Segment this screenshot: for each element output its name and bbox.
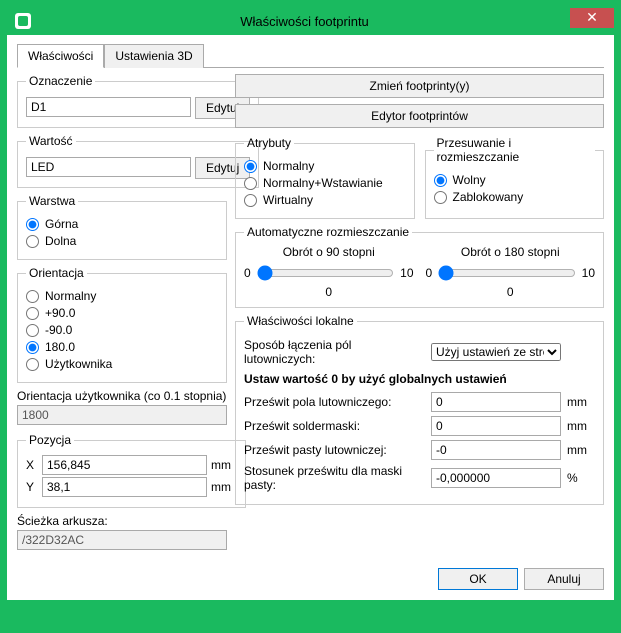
- user-orientation-input: [17, 405, 227, 425]
- attributes-legend: Atrybuty: [244, 136, 294, 150]
- orient-p90-radio[interactable]: +90.0: [26, 306, 218, 320]
- placement-locked-radio[interactable]: Zablokowany: [434, 190, 596, 204]
- solderpaste-label: Prześwit pasty lutowniczej:: [244, 443, 425, 457]
- pos-x-label: X: [26, 458, 38, 472]
- position-legend: Pozycja: [26, 433, 74, 447]
- clearance-input[interactable]: [431, 392, 561, 412]
- paste-ratio-input[interactable]: [431, 468, 561, 488]
- rot180-label: Obrót o 180 stopni: [426, 245, 596, 259]
- close-button[interactable]: ✕: [570, 8, 614, 28]
- rot180-value: 0: [426, 285, 596, 299]
- position-group: Pozycja X mm Y mm: [17, 433, 246, 508]
- dialog-window: Właściwości footprintu ✕ Właściwości Ust…: [6, 6, 615, 601]
- soldermask-unit: mm: [567, 419, 595, 433]
- layer-legend: Warstwa: [26, 194, 78, 208]
- pad-connect-select[interactable]: Użyj ustawień ze stref: [431, 343, 561, 361]
- dialog-footer: OK Anuluj: [7, 560, 614, 600]
- content-area: Właściwości Ustawienia 3D Oznaczenie Edy…: [7, 35, 614, 560]
- orient-m90-radio[interactable]: -90.0: [26, 323, 218, 337]
- soldermask-label: Prześwit soldermaski:: [244, 419, 425, 433]
- orient-user-radio[interactable]: Użytkownika: [26, 357, 218, 371]
- sheet-path-label: Ścieżka arkusza:: [17, 514, 227, 528]
- placement-free-radio[interactable]: Wolny: [434, 173, 596, 187]
- titlebar: Właściwości footprintu ✕: [7, 7, 614, 35]
- window-title: Właściwości footprintu: [39, 14, 570, 29]
- tab-settings-3d[interactable]: Ustawienia 3D: [104, 44, 203, 68]
- orientation-group: Orientacja Normalny +90.0 -90.0 180.0 Uż…: [17, 266, 227, 383]
- value-group: Wartość Edytuj: [17, 134, 259, 188]
- autoplace-group: Automatyczne rozmieszczanie Obrót o 90 s…: [235, 225, 604, 308]
- soldermask-input[interactable]: [431, 416, 561, 436]
- pos-x-unit: mm: [211, 458, 237, 472]
- placement-group: Przesuwanie i rozmieszczanie Wolny Zablo…: [425, 136, 605, 219]
- attr-normal-radio[interactable]: Normalny: [244, 159, 406, 173]
- attr-virtual-radio[interactable]: Wirtualny: [244, 193, 406, 207]
- paste-ratio-label: Stosunek prześwitu dla maski pasty:: [244, 464, 425, 492]
- designator-input[interactable]: [26, 97, 191, 117]
- solderpaste-unit: mm: [567, 443, 595, 457]
- sheet-path-input: [17, 530, 227, 550]
- value-input[interactable]: [26, 157, 191, 177]
- local-legend: Właściwości lokalne: [244, 314, 357, 328]
- attr-normal-insert-radio[interactable]: Normalny+Wstawianie: [244, 176, 406, 190]
- orient-normal-radio[interactable]: Normalny: [26, 289, 218, 303]
- pos-x-input[interactable]: [42, 455, 207, 475]
- designator-legend: Oznaczenie: [26, 74, 95, 88]
- rot90-max: 10: [400, 266, 413, 280]
- clearance-label: Prześwit pola lutowniczego:: [244, 395, 425, 409]
- change-footprints-button[interactable]: Zmień footprinty(y): [235, 74, 604, 98]
- ok-button[interactable]: OK: [438, 568, 518, 590]
- designator-group: Oznaczenie Edytuj: [17, 74, 259, 128]
- paste-ratio-unit: %: [567, 471, 595, 485]
- pad-connect-label: Sposób łączenia pól lutowniczych:: [244, 338, 425, 366]
- rot90-label: Obrót o 90 stopni: [244, 245, 414, 259]
- app-icon: [15, 13, 31, 29]
- layer-bottom-radio[interactable]: Dolna: [26, 234, 218, 248]
- layer-group: Warstwa Górna Dolna: [17, 194, 227, 260]
- value-legend: Wartość: [26, 134, 76, 148]
- clearance-unit: mm: [567, 395, 595, 409]
- autoplace-legend: Automatyczne rozmieszczanie: [244, 225, 412, 239]
- rot90-slider[interactable]: [257, 265, 394, 281]
- rot180-max: 10: [582, 266, 595, 280]
- local-note: Ustaw wartość 0 by użyć globalnych ustaw…: [244, 372, 595, 386]
- orient-180-radio[interactable]: 180.0: [26, 340, 218, 354]
- placement-legend: Przesuwanie i rozmieszczanie: [434, 136, 596, 164]
- cancel-button[interactable]: Anuluj: [524, 568, 604, 590]
- solderpaste-input[interactable]: [431, 440, 561, 460]
- rot90-value: 0: [244, 285, 414, 299]
- footprint-editor-button[interactable]: Edytor footprintów: [235, 104, 604, 128]
- pos-y-unit: mm: [211, 480, 237, 494]
- attributes-group: Atrybuty Normalny Normalny+Wstawianie Wi…: [235, 136, 415, 219]
- tab-properties[interactable]: Właściwości: [17, 44, 104, 68]
- rot180-min: 0: [426, 266, 433, 280]
- local-properties-group: Właściwości lokalne Sposób łączenia pól …: [235, 314, 604, 505]
- layer-top-radio[interactable]: Górna: [26, 217, 218, 231]
- rot90-min: 0: [244, 266, 251, 280]
- rot180-slider[interactable]: [438, 265, 575, 281]
- orientation-legend: Orientacja: [26, 266, 87, 280]
- user-orientation-label: Orientacja użytkownika (co 0.1 stopnia): [17, 389, 227, 403]
- pos-y-label: Y: [26, 480, 38, 494]
- tab-bar: Właściwości Ustawienia 3D: [17, 43, 604, 68]
- pos-y-input[interactable]: [42, 477, 207, 497]
